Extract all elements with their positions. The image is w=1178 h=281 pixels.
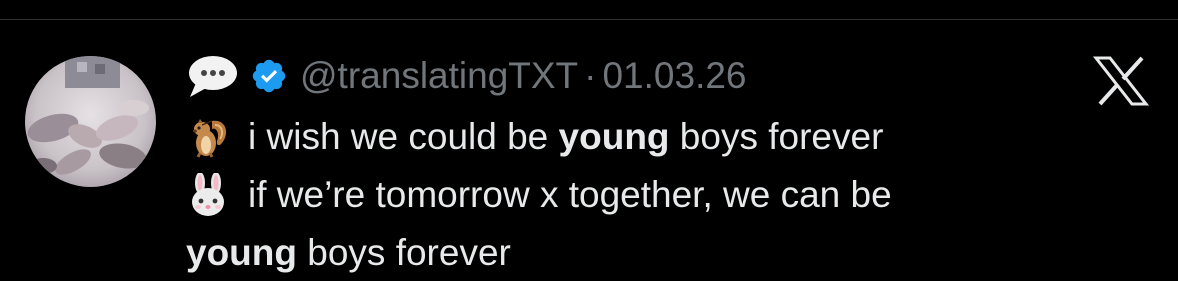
tweet-text: if we’re tomorrow x together, we can be — [248, 174, 892, 215]
avatar[interactable] — [25, 56, 156, 187]
tweet-line-3: young boys forever — [186, 231, 511, 275]
tweet-text: boys forever — [669, 116, 884, 157]
verified-badge-icon — [250, 56, 290, 96]
header-separator: · — [584, 55, 597, 96]
x-logo-icon[interactable] — [1092, 56, 1150, 106]
author-handle[interactable]: @translatingTXT — [300, 55, 578, 97]
top-divider — [0, 19, 1178, 20]
tweet-line-2: if we’re tomorrow x together, we can be — [186, 173, 892, 217]
tweet-line-1: i wish we could be young boys forever — [186, 115, 883, 159]
tweet-header: @translatingTXT · 01.03.26 — [186, 50, 747, 102]
tweet-date[interactable]: 01.03.26 — [602, 55, 746, 97]
speech-bubble-icon — [186, 51, 246, 101]
tweet-text: boys forever — [296, 232, 511, 273]
tweet-bold-text: young — [186, 232, 297, 273]
chipmunk-emoji — [186, 115, 230, 159]
avatar-image — [25, 56, 156, 187]
rabbit-face-emoji — [186, 173, 230, 217]
tweet-text: i wish we could be — [248, 116, 559, 157]
tweet-bold-text: young — [558, 116, 670, 157]
